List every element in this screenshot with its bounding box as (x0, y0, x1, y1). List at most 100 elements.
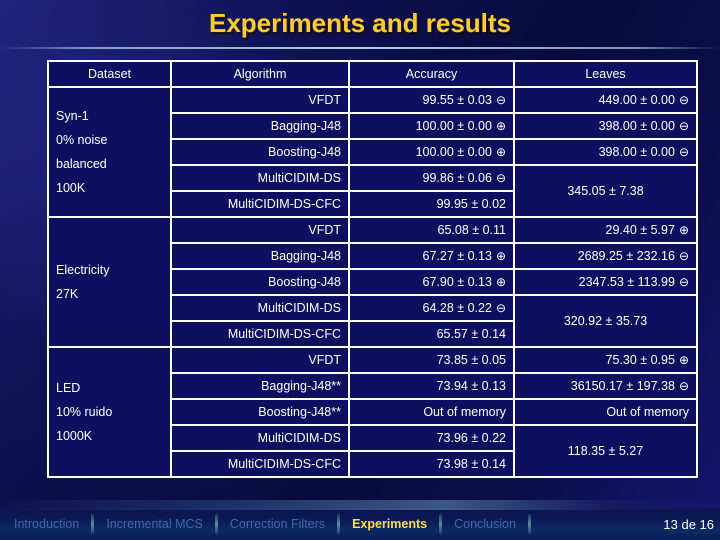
dataset-line: 100K (56, 181, 86, 195)
leaves-significance-icon: ⊖ (678, 275, 689, 289)
navbar-items: Introduction Incremental MCS Correction Fi… (4, 513, 533, 535)
accuracy-value: 99.86 ± 0.06 (422, 171, 492, 185)
leaves-value: 75.30 ± 0.95 (605, 353, 675, 367)
leaves-significance-icon: ⊕ (678, 353, 689, 367)
leaves-cell: Out of memory (515, 400, 696, 424)
accuracy-significance-icon: ⊖ (495, 93, 506, 107)
accuracy-value: 73.96 ± 0.22 (436, 431, 506, 445)
column-header-accuracy: Accuracy (350, 62, 513, 86)
leaves-merged-cell: 118.35 ± 5.27 (515, 426, 696, 476)
table-row: Syn-1 0% noise balanced 100K VFDT 99.55 ± 0.0… (49, 88, 696, 216)
accuracy-cell: 73.85 ± 0.05 (350, 348, 513, 372)
table-row: LED 10% ruido 1000K VFDT 73.85 ± 0.05 75.30 ±… (49, 348, 696, 476)
algorithm-cell: Boosting-J48 (172, 270, 348, 294)
accuracy-cell: 65.57 ± 0.14 (350, 322, 513, 346)
accuracy-cell: 99.95 ± 0.02 (350, 192, 513, 216)
algorithm-cell: MultiCIDIM-DS-CFC (172, 452, 348, 476)
dataset-line: Electricity (56, 263, 110, 277)
accuracy-value: 99.95 ± 0.02 (436, 197, 506, 211)
nav-separator (439, 514, 443, 534)
accuracy-cell: 99.86 ± 0.06 ⊖ (350, 166, 513, 190)
table-body: Syn-1 0% noise balanced 100K VFDT 99.55 ± 0.0… (49, 88, 696, 476)
algorithm-cell: MultiCIDIM-DS-CFC (172, 322, 348, 346)
leaves-significance-icon: ⊕ (678, 223, 689, 237)
leaves-significance-icon: ⊖ (678, 379, 689, 393)
leaves-merged-cell: 320.92 ± 35.73 (515, 296, 696, 346)
leaves-significance-icon: ⊖ (678, 119, 689, 133)
accuracy-cell: 99.55 ± 0.03 ⊖ (350, 88, 513, 112)
algorithm-cell: MultiCIDIM-DS (172, 166, 348, 190)
leaves-value: 29.40 ± 5.97 (605, 223, 675, 237)
accuracy-value: 73.94 ± 0.13 (436, 379, 506, 393)
slide-navigation-bar: Introduction Incremental MCS Correction Fi… (0, 500, 720, 540)
leaves-cell: 398.00 ± 0.00 ⊖ (515, 114, 696, 138)
leaves-value: Out of memory (606, 405, 689, 419)
accuracy-value: 99.55 ± 0.03 (422, 93, 492, 107)
accuracy-cell: 73.96 ± 0.22 (350, 426, 513, 450)
column-header-algorithm: Algorithm (172, 62, 348, 86)
accuracy-value: 64.28 ± 0.22 (422, 301, 492, 315)
accuracy-cell: 100.00 ± 0.00 ⊕ (350, 140, 513, 164)
accuracy-value: 100.00 ± 0.00 (415, 119, 492, 133)
nav-separator (527, 514, 531, 534)
nav-separator (214, 514, 218, 534)
dataset-cell: LED 10% ruido 1000K (49, 348, 170, 476)
slide-canvas: Experiments and results Dataset Algorith… (0, 0, 720, 540)
accuracy-value: 100.00 ± 0.00 (415, 145, 492, 159)
dataset-cell: Electricity 27K (49, 218, 170, 346)
nav-item-correction-filters[interactable]: Correction Filters (220, 513, 335, 535)
results-table-container: Dataset Algorithm Accuracy Leaves Syn-1 0… (47, 60, 698, 478)
leaves-cell: 75.30 ± 0.95 ⊕ (515, 348, 696, 372)
accuracy-value: 73.98 ± 0.14 (436, 457, 506, 471)
navbar-glow (0, 500, 720, 510)
accuracy-cell: Out of memory (350, 400, 513, 424)
table-header-row: Dataset Algorithm Accuracy Leaves (49, 62, 696, 86)
column-header-leaves: Leaves (515, 62, 696, 86)
accuracy-significance-icon: ⊖ (495, 301, 506, 315)
accuracy-cell: 100.00 ± 0.00 ⊕ (350, 114, 513, 138)
leaves-value: 449.00 ± 0.00 (598, 93, 675, 107)
algorithm-cell: VFDT (172, 348, 348, 372)
page-indicator: 13 de 16 (663, 516, 714, 532)
leaves-cell: 29.40 ± 5.97 ⊕ (515, 218, 696, 242)
nav-item-experiments[interactable]: Experiments (342, 513, 437, 535)
accuracy-cell: 67.27 ± 0.13 ⊕ (350, 244, 513, 268)
nav-item-incremental-mcs[interactable]: Incremental MCS (96, 513, 213, 535)
accuracy-value: 67.90 ± 0.13 (422, 275, 492, 289)
leaves-value: 36150.17 ± 197.38 (570, 379, 675, 393)
algorithm-cell: MultiCIDIM-DS (172, 296, 348, 320)
algorithm-cell: Boosting-J48 (172, 140, 348, 164)
accuracy-value: 67.27 ± 0.13 (422, 249, 492, 263)
accuracy-significance-icon: ⊕ (495, 145, 506, 159)
nav-separator (337, 514, 341, 534)
algorithm-cell: Bagging-J48 (172, 114, 348, 138)
accuracy-cell: 67.90 ± 0.13 ⊕ (350, 270, 513, 294)
dataset-line: Syn-1 (56, 109, 89, 123)
nav-separator (91, 514, 95, 534)
algorithm-cell: Bagging-J48 (172, 244, 348, 268)
accuracy-cell: 73.98 ± 0.14 (350, 452, 513, 476)
accuracy-significance-icon: ⊕ (495, 249, 506, 263)
accuracy-significance-icon: ⊖ (495, 171, 506, 185)
results-table: Dataset Algorithm Accuracy Leaves Syn-1 0… (47, 60, 698, 478)
leaves-significance-icon: ⊖ (678, 93, 689, 107)
leaves-value: 398.00 ± 0.00 (598, 145, 675, 159)
nav-item-introduction[interactable]: Introduction (4, 513, 89, 535)
dataset-line: balanced (56, 157, 107, 171)
leaves-value: 2347.53 ± 113.99 (578, 275, 675, 289)
nav-item-conclusion[interactable]: Conclusion (444, 513, 526, 535)
leaves-cell: 398.00 ± 0.00 ⊖ (515, 140, 696, 164)
algorithm-cell: VFDT (172, 88, 348, 112)
algorithm-cell: VFDT (172, 218, 348, 242)
leaves-merged-cell: 345.05 ± 7.38 (515, 166, 696, 216)
leaves-value: 2689.25 ± 232.16 (577, 249, 675, 263)
dataset-line: 0% noise (56, 133, 108, 147)
dataset-line: 10% ruido (56, 405, 113, 419)
accuracy-significance-icon: ⊕ (495, 119, 506, 133)
leaves-cell: 449.00 ± 0.00 ⊖ (515, 88, 696, 112)
table-row: Electricity 27K VFDT 65.08 ± 0.11 29.40 ± 5.… (49, 218, 696, 346)
algorithm-cell: MultiCIDIM-DS (172, 426, 348, 450)
page-title: Experiments and results (209, 8, 511, 38)
accuracy-cell: 64.28 ± 0.22 ⊖ (350, 296, 513, 320)
accuracy-value: 73.85 ± 0.05 (436, 353, 506, 367)
